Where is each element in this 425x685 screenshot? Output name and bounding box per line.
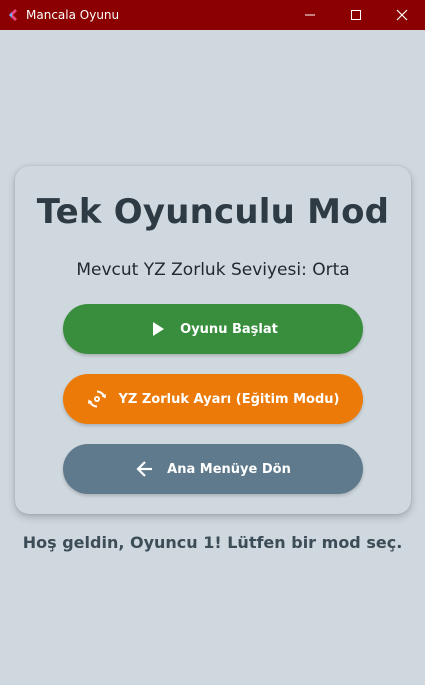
- maximize-icon: [351, 10, 361, 20]
- close-button[interactable]: [379, 0, 425, 30]
- difficulty-label: Mevcut YZ Zorluk Seviyesi: Orta: [76, 260, 350, 280]
- back-to-menu-label: Ana Menüye Dön: [167, 461, 291, 477]
- single-player-card: Tek Oyunculu Mod Mevcut YZ Zorluk Seviye…: [15, 166, 411, 514]
- ai-difficulty-button[interactable]: YZ Zorluk Ayarı (Eğitim Modu): [63, 374, 363, 424]
- start-game-button[interactable]: Oyunu Başlat: [63, 304, 363, 354]
- app-icon: [9, 9, 17, 21]
- refresh-settings-icon: [87, 389, 107, 409]
- minimize-button[interactable]: [287, 0, 333, 30]
- back-to-menu-button[interactable]: Ana Menüye Dön: [63, 444, 363, 494]
- start-game-label: Oyunu Başlat: [180, 321, 278, 337]
- play-icon: [148, 319, 168, 339]
- ai-difficulty-label: YZ Zorluk Ayarı (Eğitim Modu): [118, 391, 340, 407]
- title-bar: Mancala Oyunu: [0, 0, 425, 30]
- window-title: Mancala Oyunu: [26, 8, 120, 22]
- window-controls: [287, 0, 425, 30]
- close-icon: [396, 9, 408, 21]
- page-title: Tek Oyunculu Mod: [36, 192, 390, 232]
- welcome-message: Hoş geldin, Oyuncu 1! Lütfen bir mod seç…: [22, 533, 403, 552]
- arrow-left-icon: [135, 459, 155, 479]
- maximize-button[interactable]: [333, 0, 379, 30]
- minimize-icon: [305, 14, 315, 16]
